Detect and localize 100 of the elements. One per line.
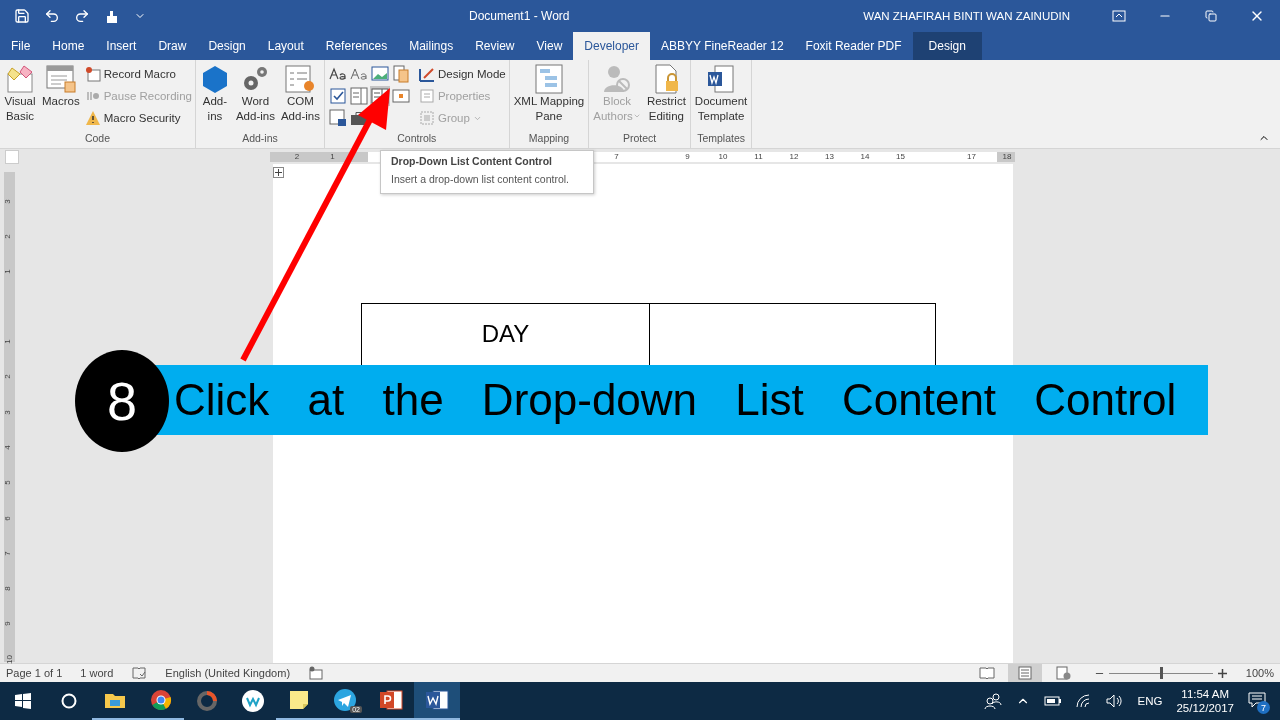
- ribbon-tab[interactable]: Design: [912, 32, 982, 60]
- repeat-section-icon: [327, 108, 348, 128]
- language-label[interactable]: English (United Kingdom): [165, 667, 291, 679]
- undo-icon[interactable]: [44, 8, 60, 24]
- ruler-number: 5: [2, 480, 12, 485]
- proofing-icon: [131, 666, 148, 680]
- wifi-icon: [1075, 694, 1092, 708]
- ribbon-tab[interactable]: Draw: [147, 32, 198, 60]
- ruler-number: 15: [896, 152, 905, 162]
- tooltip-title: Drop-Down List Content Control: [391, 155, 553, 167]
- windows-icon: [15, 693, 31, 709]
- ribbon-button[interactable]: Record Macro: [84, 64, 192, 84]
- w-circle-icon: [241, 689, 265, 713]
- ribbon-button[interactable]: Design Mode: [418, 64, 506, 84]
- ribbon-button[interactable]: Word Add-ins: [234, 64, 276, 132]
- ribbon-tab[interactable]: File: [0, 32, 42, 60]
- ruler-number: 1: [330, 152, 335, 162]
- ribbon-tab[interactable]: Layout: [256, 32, 315, 60]
- ruler-pencil-icon: [418, 66, 435, 82]
- group-label: Add-ins: [241, 132, 279, 146]
- ribbon-button[interactable]: Macro Security: [84, 108, 192, 128]
- web-page-icon: [1054, 666, 1071, 680]
- combo-box-icon: [348, 86, 369, 106]
- ribbon-tab[interactable]: View: [525, 32, 574, 60]
- group-icon: [418, 110, 435, 126]
- group-label: Code: [83, 132, 111, 146]
- ruler-number: 12: [789, 152, 799, 162]
- ruler-number: 11: [754, 152, 763, 162]
- zoom-level[interactable]: 100%: [1245, 667, 1274, 679]
- picture-icon: [369, 64, 390, 84]
- macro-icon: [44, 64, 77, 94]
- properties-icon: [418, 88, 435, 104]
- clock-time[interactable]: 11:54 AM: [1181, 688, 1230, 700]
- ruler-number: 2: [2, 234, 12, 239]
- ruler-number: 7: [614, 152, 619, 162]
- tooltip-text: Insert a drop-down list content control.: [391, 173, 570, 185]
- zoom-in-icon: [1216, 667, 1228, 679]
- group-label: Protect: [621, 132, 658, 146]
- tree-panel-icon: [532, 64, 565, 94]
- word-count[interactable]: 1 word: [80, 667, 114, 679]
- ruler-number: 7: [2, 551, 12, 556]
- ruler-number: 1: [2, 339, 12, 344]
- speaker-icon: [1105, 694, 1124, 708]
- ribbon-button[interactable]: Macros: [41, 64, 81, 132]
- ribbon-tab[interactable]: Foxit Reader PDF: [794, 32, 913, 60]
- ribbon-button[interactable]: Add- ins: [198, 64, 231, 132]
- ruler-number: 9: [2, 621, 12, 627]
- ribbon-button[interactable]: Restrict Editing: [645, 64, 687, 132]
- ribbon-tab[interactable]: Review: [464, 32, 526, 60]
- input-language[interactable]: ENG: [1137, 695, 1163, 707]
- ruler-number: 1: [2, 269, 12, 274]
- group-label: Templates: [696, 132, 746, 146]
- form-gear-icon: [284, 64, 317, 94]
- ruler-number: 17: [967, 152, 976, 162]
- ruler-number: 3: [2, 409, 12, 415]
- word-document-icon: [706, 64, 737, 94]
- ribbon-button[interactable]: COM Add-ins: [279, 64, 321, 132]
- control-button[interactable]: [327, 108, 348, 128]
- ruler-number: 2: [2, 374, 12, 379]
- ribbon-tab[interactable]: Mailings: [398, 32, 465, 60]
- ribbon-button[interactable]: Document Template: [693, 64, 749, 132]
- taskbar-app[interactable]: [414, 682, 460, 720]
- circle-icon: [61, 693, 77, 709]
- save-icon[interactable]: [14, 8, 30, 24]
- ribbon-display-icon: [1112, 10, 1126, 22]
- redo-icon[interactable]: [74, 8, 90, 24]
- control-button[interactable]: [327, 86, 348, 106]
- clock-date[interactable]: 25/12/2017: [1176, 702, 1234, 714]
- ribbon-tab[interactable]: Developer: [573, 32, 651, 60]
- user-name: WAN ZHAFIRAH BINTI WAN ZAINUDIN: [863, 10, 1070, 22]
- ribbon-tab[interactable]: References: [314, 32, 399, 60]
- window-title: Document1 - Word: [469, 9, 571, 23]
- step-number: 8: [75, 350, 169, 452]
- shapes-icon: [4, 64, 36, 94]
- record-icon: [84, 66, 101, 82]
- browser-icon: [150, 689, 172, 711]
- warning-icon: [84, 110, 101, 126]
- page-count[interactable]: Page 1 of 1: [6, 667, 63, 679]
- group-label: Controls: [396, 132, 438, 146]
- person-blocked-icon: [602, 64, 633, 94]
- calendar-icon: [390, 86, 411, 106]
- ribbon-button[interactable]: Visual Basic: [3, 64, 37, 132]
- ribbon-tab[interactable]: ABBYY FineReader 12: [650, 32, 795, 60]
- ruler-number: 4: [2, 445, 12, 450]
- ribbon-tab[interactable]: Home: [41, 32, 96, 60]
- ribbon-tab[interactable]: Insert: [95, 32, 148, 60]
- word-document-icon: [425, 689, 449, 711]
- blocks-icon: [390, 64, 411, 84]
- zoom-thumb[interactable]: [1159, 667, 1163, 679]
- restore-icon[interactable]: [1205, 10, 1217, 22]
- checkbox-icon: [327, 86, 348, 106]
- ribbon-tab[interactable]: Design: [197, 32, 257, 60]
- ruler-number: 18: [1002, 152, 1012, 162]
- people-icon: [983, 693, 1002, 709]
- ribbon-button[interactable]: XML Mapping Pane: [512, 64, 586, 132]
- page-lines-icon: [1016, 666, 1033, 680]
- view-button[interactable]: [1007, 664, 1042, 682]
- book-icon: [978, 666, 995, 680]
- ruler-number: 6: [2, 515, 12, 521]
- ruler-number: 2: [294, 152, 300, 162]
